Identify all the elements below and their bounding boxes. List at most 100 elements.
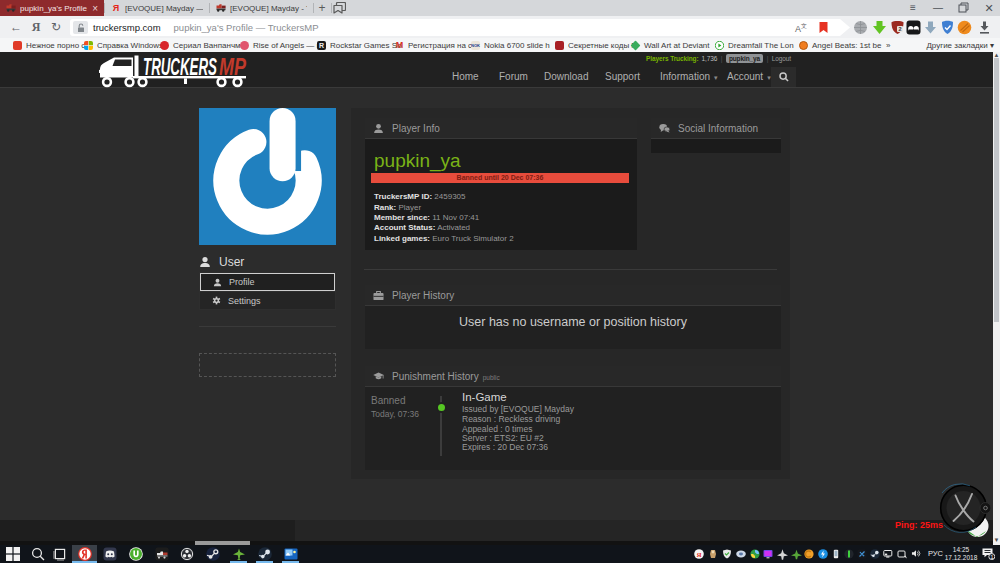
tray-yandex-icon[interactable]: Я	[694, 549, 704, 559]
bookmark-item[interactable]: Rise of Angels — в	[240, 38, 313, 52]
field-truckersmp-id: TruckersMP ID: 2459305	[374, 192, 465, 201]
back-icon[interactable]: ←	[8, 19, 24, 35]
tray-coin-icon[interactable]	[804, 549, 814, 559]
taskbar-yandex-browser[interactable]	[72, 545, 97, 563]
refresh-icon[interactable]: ↻	[48, 19, 64, 35]
tray-monitor-icon[interactable]	[763, 549, 773, 559]
taskbar-green-app[interactable]	[226, 545, 251, 563]
new-tab-button[interactable]: +	[314, 1, 330, 15]
tab-close-icon[interactable]: ×	[92, 3, 98, 14]
taskbar-steam-icon[interactable]	[206, 547, 220, 561]
nav-information[interactable]: Information▾	[660, 71, 718, 82]
tray-jet-gray-icon[interactable]	[777, 549, 787, 559]
user-icon	[373, 123, 384, 134]
truckersmp-favicon	[216, 3, 226, 13]
taskbar-clock[interactable]: 14:25 17.12.2018	[941, 546, 981, 562]
avatar[interactable]	[199, 108, 336, 245]
field-linked-games: Linked games: Euro Truck Simulator 2	[374, 234, 514, 243]
tab-active-profile[interactable]: pupkin_ya's Profile — Tru ×	[0, 0, 104, 16]
window-minimize-button[interactable]: —	[926, 0, 950, 16]
tray-swirl-icon[interactable]	[750, 549, 760, 559]
tray-jet-green-icon[interactable]	[791, 549, 801, 559]
nav-forum[interactable]: Forum	[499, 71, 528, 82]
taskbar-utorrent-icon[interactable]	[129, 547, 143, 561]
bookmark-favicon	[13, 41, 22, 50]
nav-home[interactable]: Home	[452, 71, 479, 82]
bookmark-item[interactable]: M Регистрация на са	[395, 38, 467, 52]
sidebar-item-profile[interactable]: Profile	[200, 273, 335, 291]
field-member-since: Member since: 11 Nov 07:41	[374, 213, 479, 222]
window-restore-button[interactable]	[951, 0, 975, 16]
tray-blue-x-icon[interactable]	[857, 549, 867, 559]
bookmark-item[interactable]: NOK Nokia 6700 slide h	[471, 38, 543, 52]
ext-protect-shield-icon[interactable]	[940, 20, 955, 35]
svg-text:Я: Я	[696, 551, 701, 559]
briefcase-icon	[373, 290, 384, 301]
yandex-home-icon[interactable]: Я	[28, 19, 44, 35]
taskbar-photos-app[interactable]	[278, 545, 303, 563]
ext-downloader-icon[interactable]	[923, 20, 938, 35]
browser-menu-icon[interactable]: ≡	[901, 0, 925, 16]
tab-yandex-search[interactable]: Я [EVOQUE] Mayday — Янде	[105, 0, 209, 16]
notification-center-icon[interactable]: 1	[982, 548, 995, 560]
taskbar-search-icon[interactable]	[31, 547, 45, 561]
ext-orange-icon[interactable]	[957, 20, 972, 35]
task-view-icon[interactable]	[53, 547, 67, 561]
tab-truckersmp-forum[interactable]: [EVOQUE] Mayday - Trucke	[210, 0, 313, 16]
window-close-button[interactable]: ✕	[977, 0, 1000, 16]
tray-steam-icon[interactable]	[870, 549, 880, 559]
bookmark-item[interactable]: R Rockstar Games So	[317, 38, 391, 52]
overlay-gadget[interactable]	[932, 475, 993, 543]
tray-green-bar-icon[interactable]	[844, 549, 854, 559]
tray-shield-icon[interactable]	[722, 549, 732, 559]
speaker-icon[interactable]	[911, 549, 921, 559]
tray-display-icon[interactable]	[883, 549, 893, 559]
sidebar-divider	[199, 326, 336, 327]
bookmark-item[interactable]: Секретные коды N	[555, 38, 627, 52]
tab-panels-icon[interactable]	[333, 2, 346, 14]
taskbar-steam-app[interactable]	[252, 545, 277, 563]
scrollbar-down-arrow[interactable]: ▼	[993, 537, 1000, 544]
tray-tablet-icon[interactable]	[897, 549, 907, 559]
tray-phone-icon[interactable]	[831, 549, 841, 559]
other-bookmarks-button[interactable]: Другие закладки ▾	[926, 38, 994, 52]
taskbar-truckersmp-icon[interactable]	[155, 547, 169, 561]
bookmark-item[interactable]: Wall Art at Deviant	[631, 38, 703, 52]
ext-adguard-icon[interactable]: 2	[890, 20, 905, 35]
start-button-icon[interactable]	[6, 547, 20, 561]
translate-icon[interactable]: A文	[795, 22, 807, 34]
tray-lightning-icon[interactable]	[818, 549, 828, 559]
sidebar-user-heading: User	[199, 253, 336, 271]
browser-scrollbar[interactable]: ▲ ▼	[993, 52, 1000, 545]
tray-app-icon[interactable]	[708, 549, 718, 559]
url-bar[interactable]: truckersmp.com pupkin_ya's Profile — Tru…	[70, 19, 850, 36]
bookmark-item[interactable]: Dreamfall The Lon	[715, 38, 787, 52]
scrollbar-thumb[interactable]	[994, 58, 999, 322]
bookmark-item[interactable]: Angel Beats: 1st be	[799, 38, 869, 52]
bookmark-item[interactable]: Нежное порно с:	[13, 38, 79, 52]
clock-time: 14:25	[941, 546, 981, 554]
nav-download[interactable]: Download	[544, 71, 588, 82]
nav-search-button[interactable]	[771, 67, 796, 87]
ext-frigate-icon[interactable]	[906, 20, 921, 35]
ext-savefrom-icon[interactable]	[872, 20, 887, 35]
punishment-detail: Issued by [EVOQUE] Mayday	[462, 404, 574, 414]
taskbar-obs-icon[interactable]	[180, 547, 194, 561]
bookmark-item[interactable]: Справка Windows	[84, 38, 156, 52]
player-info-panel: Player Info pupkin_ya Banned until 20 De…	[365, 118, 637, 250]
bookmarks-overflow-chevron[interactable]: »	[886, 38, 890, 52]
taskbar-discord-icon[interactable]	[103, 547, 117, 561]
ping-overlay-text: Ping: 25ms	[0, 520, 943, 530]
nav-account[interactable]: Account▾	[727, 71, 771, 82]
ext-globe-icon[interactable]	[853, 20, 868, 35]
nav-support[interactable]: Support	[605, 71, 640, 82]
ban-banner: Banned until 20 Dec 07:36	[371, 173, 629, 183]
bookmark-item[interactable]: Сериал Ванпанчмм	[160, 38, 236, 52]
bookmark-flag-icon[interactable]	[819, 22, 828, 33]
sidebar-item-settings[interactable]: Settings	[200, 291, 335, 309]
lock-icon[interactable]	[73, 21, 88, 34]
chevron-down-icon: ▾	[714, 74, 718, 81]
downloads-icon[interactable]	[977, 20, 992, 35]
timeline-dot	[436, 402, 447, 413]
tray-disc-icon[interactable]	[736, 549, 746, 559]
